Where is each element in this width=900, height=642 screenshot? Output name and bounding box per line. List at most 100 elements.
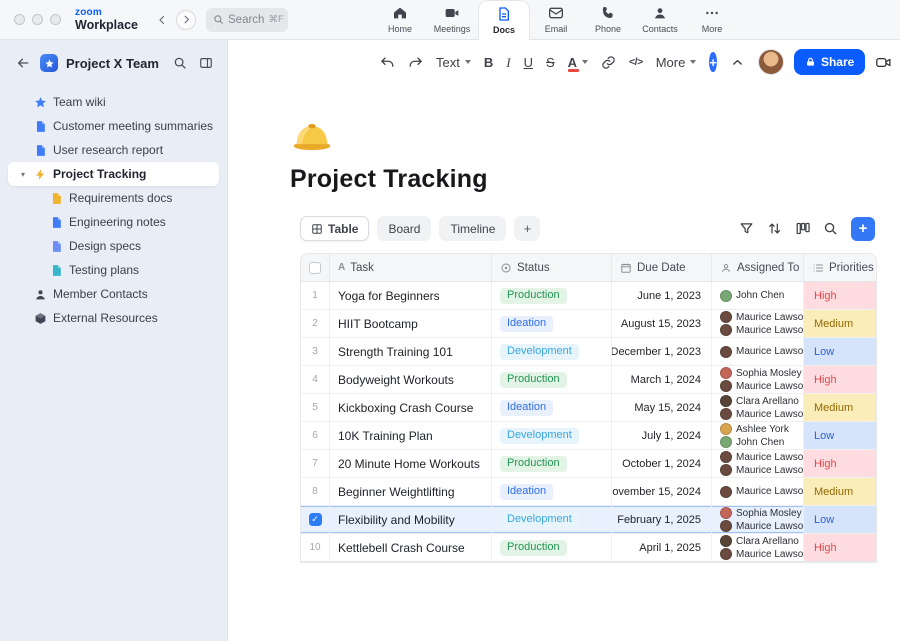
collapse-toolbar-button[interactable] [730,55,745,70]
italic-button[interactable]: I [506,56,510,69]
due-date-cell[interactable]: November 15, 2024 [611,478,711,505]
select-all-checkbox[interactable] [309,262,321,274]
chevron-down-icon[interactable]: ▾ [18,170,28,179]
priority-cell[interactable]: Low [803,338,876,365]
view-tab-board[interactable]: Board [377,216,431,241]
tab-more[interactable]: More [686,0,738,40]
task-cell[interactable]: Bodyweight Workouts [329,366,491,393]
due-date-cell[interactable]: December 1, 2023 [611,338,711,365]
sidebar-item-requirements-docs[interactable]: ▾ Requirements docs [8,186,219,210]
tab-phone[interactable]: Phone [582,0,634,40]
global-search-input[interactable]: Search ⌘F [206,8,288,32]
row-select-cell[interactable]: 5 ✓ [301,394,329,421]
status-cell[interactable]: Production [491,366,611,393]
status-cell[interactable]: Ideation [491,394,611,421]
sidebar-item-engineering-notes[interactable]: ▾ Engineering notes [8,210,219,234]
text-style-dropdown[interactable]: Text [436,56,471,69]
due-date-cell[interactable]: July 1, 2024 [611,422,711,449]
tab-contacts[interactable]: Contacts [634,0,686,40]
assignee-cell[interactable]: Ashlee YorkJohn Chen [711,422,803,449]
priority-cell[interactable]: High [803,366,876,393]
row-checkbox[interactable]: ✓ [309,513,322,526]
assignee-cell[interactable]: Maurice Lawson [711,338,803,365]
status-cell[interactable]: Development [491,506,611,533]
table-row[interactable]: 3 ✓ Strength Training 101 Development De… [301,338,876,366]
assignee-cell[interactable]: John Chen [711,282,803,309]
layout-button[interactable] [795,221,810,236]
table-row[interactable]: 2 ✓ HIIT Bootcamp Ideation August 15, 20… [301,310,876,338]
doc-cover-emoji-icon[interactable] [290,115,334,153]
select-all-cell[interactable] [301,254,329,281]
status-cell[interactable]: Ideation [491,310,611,337]
table-row[interactable]: 5 ✓ Kickboxing Crash Course Ideation May… [301,394,876,422]
status-cell[interactable]: Ideation [491,478,611,505]
row-select-cell[interactable]: 8 ✓ [301,478,329,505]
assignee-cell[interactable]: Clara ArellanoMaurice Lawson [711,394,803,421]
table-row[interactable]: 9 ✓ Flexibility and Mobility Development… [301,506,876,534]
table-row[interactable]: 7 ✓ 20 Minute Home Workouts Production O… [301,450,876,478]
tab-meetings[interactable]: Meetings [426,0,478,40]
share-button[interactable]: Share [794,49,865,75]
row-select-cell[interactable]: 7 ✓ [301,450,329,477]
view-tab-table[interactable]: Table [300,216,369,241]
table-row[interactable]: 6 ✓ 10K Training Plan Development July 1… [301,422,876,450]
view-tab-timeline[interactable]: Timeline [439,216,506,241]
due-date-cell[interactable]: April 1, 2025 [611,534,711,561]
start-video-button[interactable] [875,54,892,71]
priority-cell[interactable]: Medium [803,310,876,337]
row-select-cell[interactable]: 4 ✓ [301,366,329,393]
minimize-window-button[interactable] [32,14,43,25]
task-cell[interactable]: Flexibility and Mobility [329,506,491,533]
task-cell[interactable]: Yoga for Beginners [329,282,491,309]
task-cell[interactable]: HIIT Bootcamp [329,310,491,337]
sidebar-item-customer-meeting-summaries[interactable]: ▾ Customer meeting summaries [8,114,219,138]
close-window-button[interactable] [14,14,25,25]
priority-cell[interactable]: Medium [803,478,876,505]
more-formatting-dropdown[interactable]: More [656,56,697,69]
status-cell[interactable]: Production [491,450,611,477]
due-date-cell[interactable]: March 1, 2024 [611,366,711,393]
sidebar-item-external-resources[interactable]: ▾ External Resources [8,306,219,330]
toggle-panel-button[interactable] [197,54,215,72]
assignee-cell[interactable]: Sophia MosleyMaurice Lawson [711,506,803,533]
task-cell[interactable]: Beginner Weightlifting [329,478,491,505]
row-select-cell[interactable]: 3 ✓ [301,338,329,365]
user-avatar[interactable] [758,49,784,75]
filter-button[interactable] [739,221,754,236]
table-row[interactable]: 1 ✓ Yoga for Beginners Production June 1… [301,282,876,310]
insert-block-button[interactable]: + [709,52,717,72]
row-select-cell[interactable]: 2 ✓ [301,310,329,337]
undo-button[interactable] [380,55,395,70]
priority-cell[interactable]: High [803,282,876,309]
task-cell[interactable]: 20 Minute Home Workouts [329,450,491,477]
table-row[interactable]: 10 ✓ Kettlebell Crash Course Production … [301,534,876,562]
sort-button[interactable] [767,221,782,236]
priority-cell[interactable]: Low [803,422,876,449]
due-date-cell[interactable]: February 1, 2025 [611,506,711,533]
code-block-button[interactable]: </> [629,57,643,68]
table-search-button[interactable] [823,221,838,236]
task-cell[interactable]: Strength Training 101 [329,338,491,365]
status-cell[interactable]: Development [491,422,611,449]
table-row[interactable]: 4 ✓ Bodyweight Workouts Production March… [301,366,876,394]
priority-cell[interactable]: High [803,534,876,561]
assignee-cell[interactable]: Maurice LawsonMaurice Lawson [711,450,803,477]
task-cell[interactable]: 10K Training Plan [329,422,491,449]
task-cell[interactable]: Kickboxing Crash Course [329,394,491,421]
column-header-assigned-to[interactable]: Assigned To [711,254,803,281]
priority-cell[interactable]: High [803,450,876,477]
sidebar-item-design-specs[interactable]: ▾ Design specs [8,234,219,258]
status-cell[interactable]: Production [491,534,611,561]
strikethrough-button[interactable]: S [546,56,555,69]
history-forward-button[interactable] [176,10,196,30]
due-date-cell[interactable]: May 15, 2024 [611,394,711,421]
row-select-cell[interactable]: 6 ✓ [301,422,329,449]
sidebar-item-testing-plans[interactable]: ▾ Testing plans [8,258,219,282]
sidebar-item-team-wiki[interactable]: ▾ Team wiki [8,90,219,114]
tab-email[interactable]: Email [530,0,582,40]
column-header-task[interactable]: A Task [329,254,491,281]
table-row[interactable]: 8 ✓ Beginner Weightlifting Ideation Nove… [301,478,876,506]
tab-home[interactable]: Home [374,0,426,40]
sidebar-item-user-research-report[interactable]: ▾ User research report [8,138,219,162]
add-view-button[interactable]: + [514,216,540,241]
